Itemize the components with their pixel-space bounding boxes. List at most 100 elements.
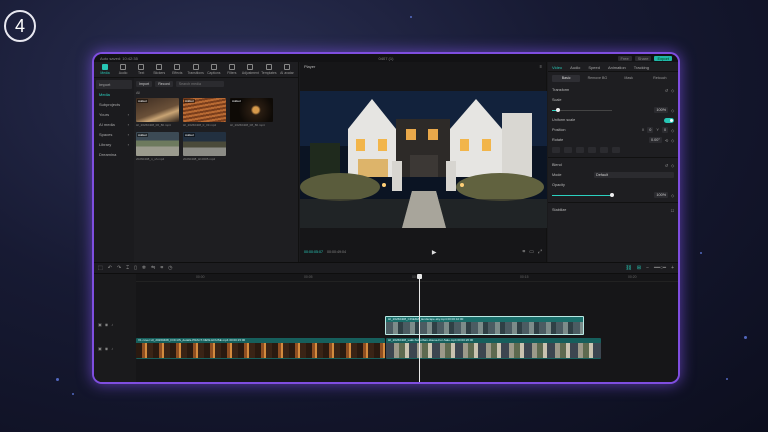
media-header: Import Record Search media bbox=[136, 80, 296, 88]
keyframe-icon[interactable]: ◇ bbox=[671, 88, 674, 93]
opacity-value[interactable]: 100% bbox=[654, 192, 669, 198]
tab-tracking[interactable]: Tracking bbox=[634, 65, 649, 71]
search-input[interactable]: Search media bbox=[175, 81, 224, 87]
keyframe-icon[interactable]: ◇ bbox=[671, 163, 674, 168]
subtab-mask[interactable]: Mask bbox=[615, 75, 643, 82]
sidebar-item-subprojects[interactable]: Subprojects bbox=[96, 100, 132, 109]
keyframe-icon[interactable]: ◇ bbox=[671, 128, 674, 133]
tab-animation[interactable]: Animation bbox=[608, 65, 626, 71]
thumbnail-filename: 20260408_n_sh.mp4 bbox=[136, 157, 165, 161]
split-icon[interactable]: ⌶ bbox=[126, 265, 129, 271]
sidebar-item-dreamina[interactable]: Dreamina bbox=[96, 150, 132, 159]
uniform-scale-toggle[interactable] bbox=[664, 117, 674, 123]
tool-adjustment[interactable]: Adjustment bbox=[242, 64, 259, 75]
subtab-basic[interactable]: Basic bbox=[552, 75, 581, 82]
play-button[interactable]: ▶ bbox=[432, 249, 437, 256]
tool-filters[interactable]: Filters bbox=[224, 64, 240, 75]
position-y-field[interactable]: 0 bbox=[661, 127, 669, 133]
tool-media[interactable]: Media bbox=[97, 64, 113, 75]
fullscreen-icon[interactable]: ⤢ bbox=[538, 249, 542, 255]
align-bottom-icon[interactable] bbox=[612, 147, 620, 153]
tool-transitions[interactable]: Transitions bbox=[187, 64, 204, 75]
rotate-icon[interactable]: ⟲ bbox=[665, 138, 668, 143]
crop-icon[interactable]: ⌗ bbox=[160, 265, 163, 271]
eye-icon[interactable]: ◉ bbox=[105, 322, 109, 327]
eye-icon[interactable]: ◉ bbox=[105, 346, 109, 351]
speed-icon[interactable]: ◷ bbox=[168, 265, 172, 271]
sidebar-item-yours[interactable]: Yours › bbox=[96, 110, 132, 119]
checkbox-icon[interactable]: ☐ bbox=[671, 208, 674, 213]
keyframe-icon[interactable]: ◇ bbox=[671, 193, 674, 198]
snap-icon[interactable]: ⊞ bbox=[637, 265, 641, 271]
export-button[interactable]: Export bbox=[654, 55, 672, 61]
tool-label: Transitions bbox=[187, 71, 204, 75]
keyframe-icon[interactable]: ◇ bbox=[671, 108, 674, 113]
keyframe-icon[interactable]: ◇ bbox=[671, 138, 674, 143]
crop-icon[interactable]: ⌗ bbox=[522, 249, 525, 255]
link-icon[interactable]: ⛓ bbox=[626, 265, 632, 271]
share-button[interactable]: Share bbox=[634, 55, 652, 61]
lock-icon[interactable]: ▣ bbox=[98, 346, 102, 351]
sidebar-item-import[interactable]: Import bbox=[96, 80, 132, 89]
tab-video[interactable]: Video bbox=[552, 65, 562, 71]
tab-speed[interactable]: Speed bbox=[588, 65, 600, 71]
sidebar-item-ai-media[interactable]: AI media › bbox=[96, 120, 132, 129]
blend-label: Blend bbox=[552, 163, 562, 167]
media-thumbnail[interactable]: Added HI_20260408_06_80.mp4 bbox=[136, 98, 179, 127]
reset-icon[interactable]: ↺ bbox=[665, 88, 668, 93]
freeze-icon[interactable]: ❄ bbox=[142, 265, 146, 271]
tab-audio[interactable]: Audio bbox=[570, 65, 580, 71]
zoom-in-icon[interactable]: + bbox=[671, 265, 674, 271]
filter-label[interactable]: All bbox=[136, 91, 296, 97]
ratio-icon[interactable]: ▭ bbox=[529, 249, 534, 255]
mode-select[interactable]: Default bbox=[594, 172, 674, 178]
undo-icon[interactable]: ↶ bbox=[108, 265, 112, 271]
tool-effects[interactable]: Effects bbox=[169, 64, 185, 75]
rotate-field[interactable]: 0.00° bbox=[648, 137, 662, 143]
tool-templates[interactable]: Templates bbox=[261, 64, 277, 75]
tool-captions[interactable]: Captions bbox=[206, 64, 222, 75]
align-center-icon[interactable] bbox=[564, 147, 572, 153]
delete-icon[interactable]: ▯ bbox=[134, 265, 137, 271]
align-right-icon[interactable] bbox=[576, 147, 584, 153]
scale-slider[interactable] bbox=[552, 107, 612, 112]
media-thumbnail[interactable]: Added 20260408_n_sh.mp4 bbox=[136, 132, 179, 161]
reset-icon[interactable]: ↺ bbox=[665, 163, 668, 168]
align-middle-icon[interactable] bbox=[600, 147, 608, 153]
align-left-icon[interactable] bbox=[552, 147, 560, 153]
media-thumbnail[interactable]: Added 20260408_Hl.0005.mp4 bbox=[183, 132, 226, 161]
main-clip-a[interactable]: V1 cover HI_20260408_FOCUS_details-PRACT… bbox=[136, 338, 385, 359]
overlay-clip[interactable]: HI_20260408_CINEMA_landscape-sky.mp4 00:… bbox=[385, 316, 584, 335]
record-button[interactable]: Record bbox=[155, 81, 173, 87]
tool-stickers[interactable]: Stickers bbox=[151, 64, 167, 75]
tool-audio[interactable]: Audio bbox=[115, 64, 131, 75]
zoom-out-icon[interactable]: − bbox=[646, 265, 649, 271]
position-x-field[interactable]: 0 bbox=[647, 127, 654, 133]
sidebar-item-spaces[interactable]: Spaces › bbox=[96, 130, 132, 139]
subtab-remove-bg[interactable]: Remove BG bbox=[583, 75, 611, 82]
audio-icon[interactable]: ♪ bbox=[111, 322, 113, 327]
free-button[interactable]: Free bbox=[617, 55, 632, 61]
playhead[interactable] bbox=[417, 274, 422, 382]
tool-text[interactable]: Text bbox=[133, 64, 149, 75]
select-tool-icon[interactable]: ⬚ bbox=[98, 265, 103, 271]
zoom-slider[interactable]: ━━○━ bbox=[654, 265, 666, 271]
opacity-slider[interactable] bbox=[552, 192, 614, 197]
subtab-retouch[interactable]: Retouch bbox=[646, 75, 674, 82]
video-preview[interactable] bbox=[300, 91, 547, 228]
tool-ai-avatar[interactable]: AI avatar bbox=[279, 64, 295, 75]
sidebar-item-library[interactable]: Library › bbox=[96, 140, 132, 149]
mirror-icon[interactable]: ⇋ bbox=[151, 265, 155, 271]
import-button[interactable]: Import bbox=[136, 81, 153, 87]
align-top-icon[interactable] bbox=[588, 147, 596, 153]
sidebar-item-media[interactable]: Media bbox=[96, 90, 132, 99]
media-thumbnail[interactable]: Added HI_20260408_08_80.mp4 bbox=[230, 98, 273, 127]
thumbnail-filename: HI_20260408_06_80.mp4 bbox=[136, 123, 171, 127]
lock-icon[interactable]: ▣ bbox=[98, 322, 102, 327]
redo-icon[interactable]: ↷ bbox=[117, 265, 121, 271]
time-ruler[interactable]: 00:0000:0500:1000:1500:20 bbox=[136, 274, 678, 282]
scale-value[interactable]: 100% bbox=[654, 107, 669, 113]
audio-icon[interactable]: ♪ bbox=[111, 346, 113, 351]
media-thumbnail[interactable]: Added HI_20260408_0_33.mp4 bbox=[183, 98, 226, 127]
menu-icon[interactable]: ≡ bbox=[540, 64, 542, 69]
